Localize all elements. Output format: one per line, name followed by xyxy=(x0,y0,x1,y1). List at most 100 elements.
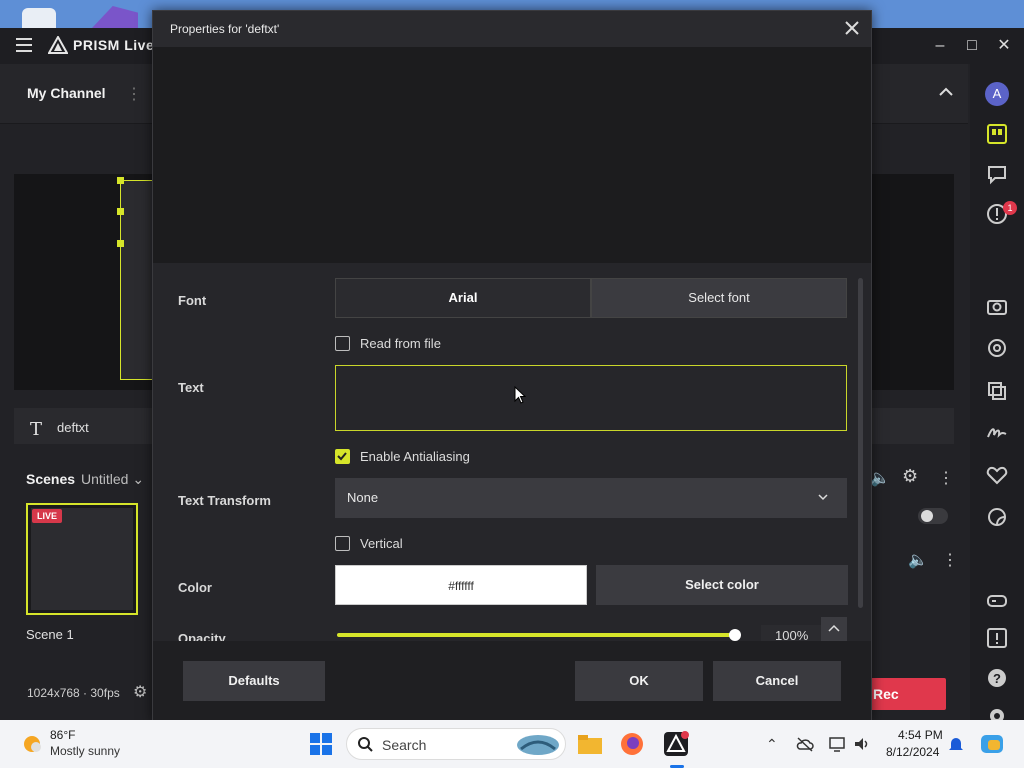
beauty-icon[interactable] xyxy=(985,336,1009,360)
scene-collection-dropdown[interactable]: Untitled ⌄ xyxy=(81,471,144,488)
gear-icon[interactable]: ⚙ xyxy=(133,682,147,702)
form-scrollbar[interactable] xyxy=(858,278,863,608)
signature-icon[interactable] xyxy=(985,421,1009,445)
right-sidebar: A 1 ? xyxy=(970,64,1024,723)
more-icon[interactable]: ⋮ xyxy=(938,468,954,488)
enable-antialiasing-checkbox[interactable] xyxy=(335,449,350,464)
display-icon[interactable] xyxy=(828,736,846,752)
heart-icon[interactable] xyxy=(985,463,1009,487)
weather-temperature[interactable]: 86°F xyxy=(50,728,75,742)
taskbar-search[interactable] xyxy=(346,728,566,760)
notification-bell-icon[interactable] xyxy=(948,735,964,753)
channel-name[interactable]: My Channel xyxy=(27,85,106,101)
check-icon xyxy=(337,452,347,461)
notification-badge: 1 xyxy=(1003,201,1017,215)
windows-logo-icon[interactable] xyxy=(309,732,333,756)
opacity-slider-handle[interactable] xyxy=(729,629,741,641)
resize-handle[interactable] xyxy=(117,208,124,215)
prism-app-icon[interactable] xyxy=(662,730,690,758)
search-icon xyxy=(358,737,373,752)
more-icon[interactable]: ⋮ xyxy=(942,550,958,570)
weather-sunny-icon[interactable] xyxy=(20,732,44,756)
close-icon[interactable] xyxy=(843,19,861,37)
scene-label: Scene 1 xyxy=(26,627,74,642)
chat-icon[interactable] xyxy=(985,162,1009,186)
minimize-icon[interactable]: – xyxy=(928,34,952,58)
cloud-off-icon[interactable] xyxy=(796,736,814,752)
alert-icon[interactable] xyxy=(985,626,1009,650)
rec-button[interactable]: Rec xyxy=(864,678,946,710)
resize-handle[interactable] xyxy=(117,240,124,247)
chevron-up-icon xyxy=(828,624,840,632)
weather-description[interactable]: Mostly sunny xyxy=(50,744,120,758)
cancel-button[interactable]: Cancel xyxy=(713,661,841,701)
svg-text:?: ? xyxy=(993,671,1001,686)
select-color-button[interactable]: Select color xyxy=(596,565,848,605)
read-from-file-checkbox[interactable] xyxy=(335,336,350,351)
mixer-toggle[interactable] xyxy=(918,508,948,524)
select-font-button[interactable]: Select font xyxy=(591,278,847,318)
chevron-up-icon[interactable]: ⌃ xyxy=(766,736,778,753)
taskbar: 86°F Mostly sunny Search ⌃ 4:54 PM 8/12/… xyxy=(0,720,1024,768)
properties-form: Font Arial Select font Read from file Te… xyxy=(153,263,871,641)
selected-source-frame[interactable] xyxy=(117,177,154,380)
layout-icon[interactable] xyxy=(985,122,1009,146)
search-placeholder: Search xyxy=(382,737,427,753)
desktop-app-icon[interactable] xyxy=(92,6,138,28)
gear-icon[interactable]: ⚙ xyxy=(902,466,918,487)
scene-preview-image xyxy=(31,508,133,610)
volume-icon[interactable]: 🔈 xyxy=(870,468,890,488)
camera-icon[interactable] xyxy=(985,294,1009,318)
search-highlight-icon xyxy=(517,735,559,755)
mouse-cursor xyxy=(514,386,526,404)
sticker-icon[interactable] xyxy=(985,505,1009,529)
question-icon[interactable]: ? xyxy=(985,666,1009,690)
opacity-value[interactable]: 100% xyxy=(761,625,821,641)
volume-icon[interactable]: 🔈 xyxy=(908,550,928,570)
resolution-status: 1024x768 · 30fps xyxy=(27,686,120,700)
close-icon[interactable]: ✕ xyxy=(992,34,1016,58)
desktop-app-icon[interactable] xyxy=(22,8,56,28)
text-label: Text xyxy=(178,380,204,395)
read-from-file-label[interactable]: Read from file xyxy=(360,336,441,351)
ok-button[interactable]: OK xyxy=(575,661,703,701)
opacity-label: Opacity xyxy=(178,631,226,641)
gamepad-icon[interactable] xyxy=(985,588,1009,612)
clock-date[interactable]: 8/12/2024 xyxy=(886,745,939,759)
prism-logo-icon xyxy=(48,36,68,54)
dialog-titlebar[interactable]: Properties for 'deftxt' xyxy=(153,11,871,47)
firefox-icon[interactable] xyxy=(618,730,646,758)
layers-icon[interactable] xyxy=(985,379,1009,403)
more-icon[interactable]: ⋮ xyxy=(126,84,142,104)
text-input[interactable] xyxy=(335,365,847,431)
text-transform-label: Text Transform xyxy=(178,493,271,508)
clock-time[interactable]: 4:54 PM xyxy=(898,728,943,742)
resize-handle[interactable] xyxy=(117,177,124,184)
vertical-checkbox[interactable] xyxy=(335,536,350,551)
live-badge: LIVE xyxy=(32,509,63,523)
avatar[interactable]: A xyxy=(985,82,1009,106)
source-preview xyxy=(153,47,871,263)
volume-icon[interactable] xyxy=(853,736,871,752)
copilot-icon[interactable] xyxy=(978,730,1006,758)
font-label: Font xyxy=(178,293,207,308)
maximize-icon[interactable]: □ xyxy=(960,34,984,58)
opacity-spin-up[interactable] xyxy=(821,617,847,641)
dialog-footer: Defaults OK Cancel xyxy=(153,641,871,721)
vertical-label[interactable]: Vertical xyxy=(360,536,403,551)
scene-thumbnail[interactable]: LIVE xyxy=(26,503,138,615)
chevron-down-icon: ⌄ xyxy=(132,471,145,487)
chevron-up-icon[interactable] xyxy=(936,82,956,102)
enable-antialiasing-label[interactable]: Enable Antialiasing xyxy=(360,449,470,464)
hamburger-icon[interactable] xyxy=(16,38,32,52)
scenes-title: Scenes xyxy=(26,471,76,487)
properties-dialog: Properties for 'deftxt' Font Arial Selec… xyxy=(152,10,872,722)
color-swatch[interactable]: #ffffff xyxy=(335,565,587,605)
font-display: Arial xyxy=(335,278,591,318)
defaults-button[interactable]: Defaults xyxy=(183,661,325,701)
file-explorer-icon[interactable] xyxy=(576,730,604,758)
text-transform-select[interactable]: None xyxy=(335,478,847,518)
dialog-title: Properties for 'deftxt' xyxy=(170,22,280,36)
chevron-down-icon xyxy=(818,494,828,501)
opacity-slider[interactable] xyxy=(337,633,737,637)
